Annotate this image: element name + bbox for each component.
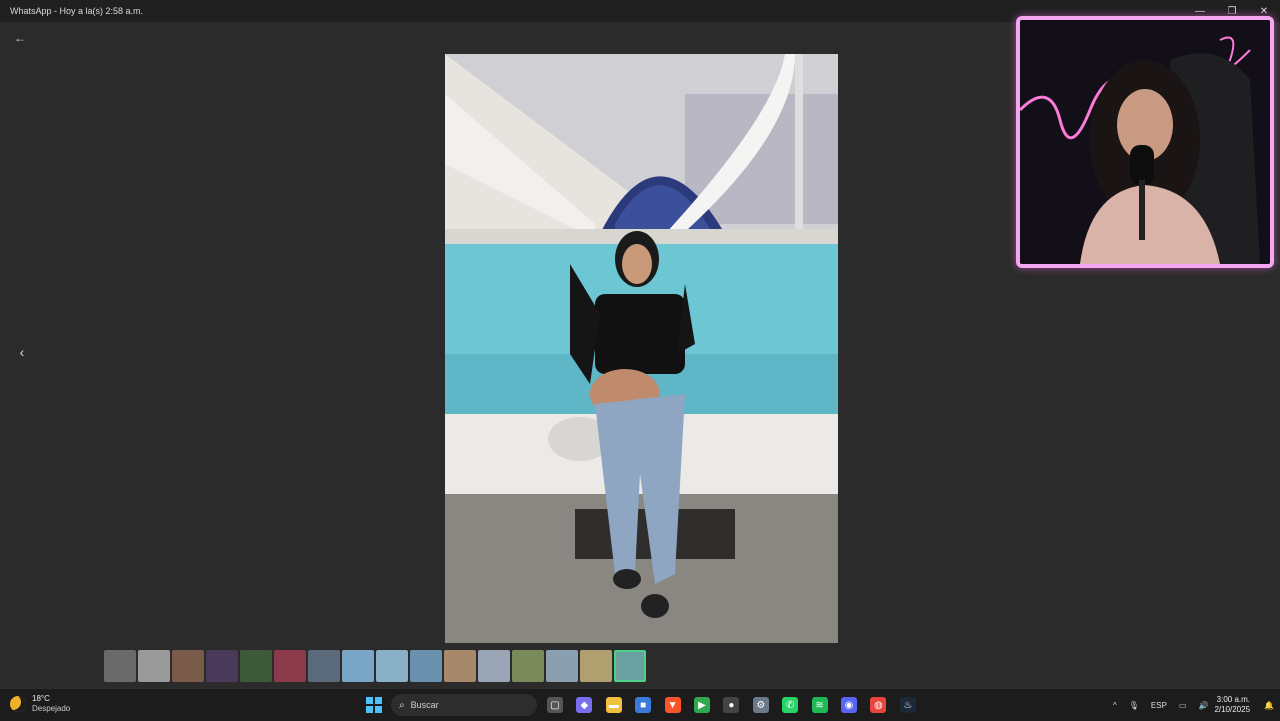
chrome-icon[interactable]: ◍ [870, 697, 887, 713]
chevron-up-icon[interactable]: ^ [1107, 701, 1123, 710]
media-thumbnail[interactable] [614, 650, 646, 682]
media-thumbnail[interactable] [240, 650, 272, 682]
media-thumbnail[interactable] [138, 650, 170, 682]
settings-icon[interactable]: ⚙ [752, 697, 769, 713]
media-thumbnail[interactable] [546, 650, 578, 682]
task-view-icon[interactable]: ▢ [547, 697, 563, 713]
network-icon[interactable]: ▭ [1173, 701, 1193, 710]
system-tray: ^ 🎙 ESP ▭ 🔊 3:00 a.m. 2/10/2025 🔔 [1107, 689, 1280, 721]
brave-icon[interactable]: ▼ [664, 697, 681, 713]
weather-widget[interactable]: 18°C Despejado [10, 694, 70, 714]
media-thumbnail[interactable] [444, 650, 476, 682]
moon-icon [10, 696, 26, 712]
taskbar: 18°C Despejado ⌕ Buscar ▢ ◆ ▬ ■ ▼ ▶ ● ⚙ ✆ ≋ ◉ ◍ ♨ ^ … [0, 688, 1280, 721]
clock[interactable]: 3:00 a.m. 2/10/2025 [1214, 695, 1258, 715]
microphone-icon[interactable]: 🎙 [1123, 701, 1145, 710]
discord-icon[interactable]: ◉ [841, 697, 857, 713]
start-button[interactable] [366, 697, 382, 713]
search-icon: ⌕ [399, 699, 405, 711]
search-placeholder: Buscar [410, 700, 439, 710]
back-arrow-icon[interactable]: ← [12, 30, 28, 46]
media-thumbnail[interactable] [206, 650, 238, 682]
clock-date: 2/10/2025 [1214, 705, 1251, 714]
clock-time: 3:00 a.m. [1216, 695, 1251, 704]
file-explorer-icon[interactable]: ▬ [605, 697, 622, 713]
microsoft-store-icon[interactable]: ■ [635, 697, 652, 713]
previous-media-button[interactable]: ‹ [14, 342, 30, 362]
media-thumbnail-strip [104, 650, 646, 684]
spotify-icon[interactable]: ≋ [811, 697, 828, 713]
volume-icon[interactable]: 🔊 [1192, 701, 1214, 710]
media-thumbnail[interactable] [410, 650, 442, 682]
whatsapp-icon[interactable]: ✆ [782, 697, 799, 713]
media-thumbnail[interactable] [342, 650, 374, 682]
window-title: WhatsApp - Hoy a la(s) 2:58 a.m. [10, 6, 144, 16]
weather-description: Despejado [32, 704, 71, 713]
media-player-icon[interactable]: ▶ [694, 697, 710, 713]
steam-icon[interactable]: ♨ [899, 697, 916, 713]
media-thumbnail[interactable] [104, 650, 136, 682]
media-image [445, 54, 838, 643]
webcam-overlay [1016, 16, 1274, 268]
language-indicator[interactable]: ESP [1145, 701, 1173, 710]
media-thumbnail[interactable] [274, 650, 306, 682]
weather-temperature: 18°C [32, 694, 50, 703]
notification-bell-icon[interactable]: 🔔 [1258, 701, 1280, 710]
obs-icon[interactable]: ● [723, 697, 740, 713]
media-thumbnail[interactable] [580, 650, 612, 682]
media-thumbnail[interactable] [376, 650, 408, 682]
copilot-icon[interactable]: ◆ [576, 697, 593, 713]
media-thumbnail[interactable] [478, 650, 510, 682]
media-thumbnail[interactable] [308, 650, 340, 682]
media-thumbnail[interactable] [172, 650, 204, 682]
media-thumbnail[interactable] [512, 650, 544, 682]
windows-logo-icon [366, 697, 373, 704]
search-box[interactable]: ⌕ Buscar [391, 694, 537, 716]
